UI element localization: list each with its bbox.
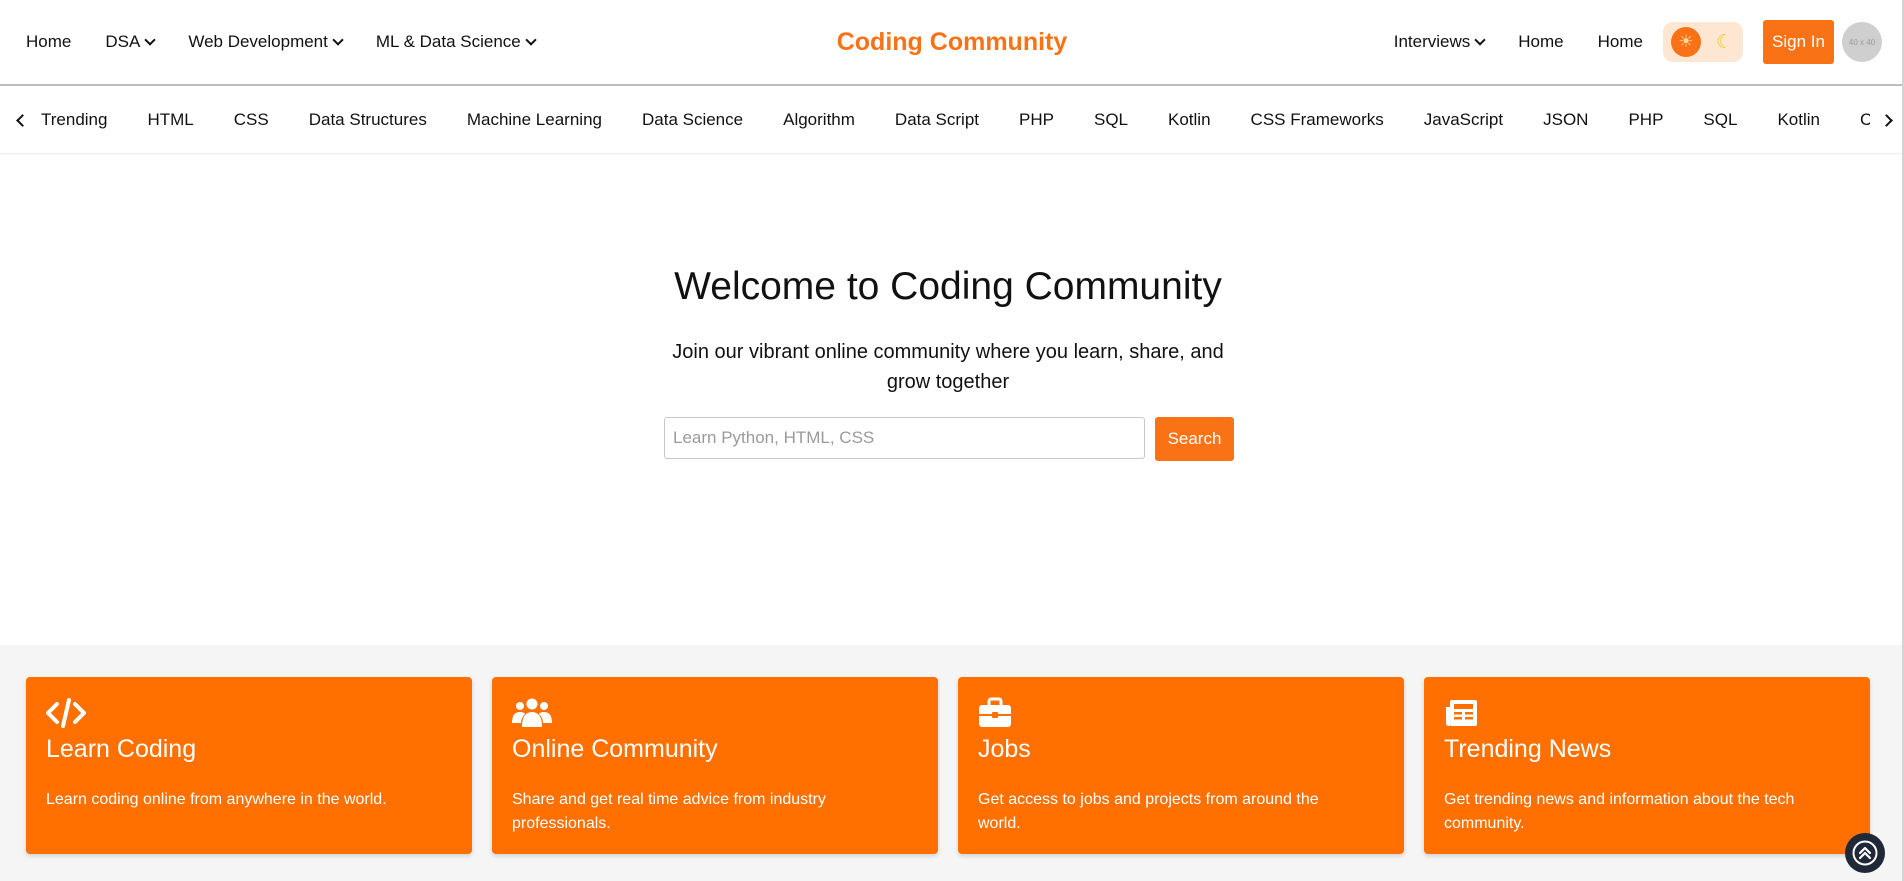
nav-interviews-label: Interviews [1393, 32, 1471, 51]
chevron-down-icon [525, 33, 537, 46]
topic-php-2[interactable]: PHP [1628, 110, 1663, 130]
code-icon [46, 698, 86, 728]
topic-css-frameworks[interactable]: CSS Frameworks [1251, 110, 1384, 130]
nav-web-development-label: Web Development [188, 32, 328, 51]
topic-html[interactable]: HTML [147, 110, 193, 130]
nav-left: Home DSA Web Development ML & Data Scien… [26, 0, 537, 84]
feature-description: Learn coding online from anywhere in the… [46, 791, 387, 808]
scroll-to-top-button[interactable] [1845, 833, 1885, 873]
feature-title: Trending News [1444, 735, 1612, 763]
nav-web-development[interactable]: Web Development [188, 32, 344, 52]
topic-data-structures[interactable]: Data Structures [309, 110, 427, 130]
feature-title: Online Community [512, 735, 718, 763]
hero-subtitle: Join our vibrant online community where … [672, 341, 1224, 393]
nav-ml-data-science-label: ML & Data Science [375, 32, 521, 51]
newspaper-icon [1446, 700, 1477, 726]
topic-json[interactable]: JSON [1543, 110, 1588, 130]
nav-dsa[interactable]: DSA [105, 32, 156, 52]
chevron-right-icon [1879, 113, 1893, 127]
topic-data-science[interactable]: Data Science [642, 110, 743, 130]
nav-home-3-label: Home [1597, 32, 1643, 51]
topic-sql[interactable]: SQL [1094, 110, 1128, 130]
avatar[interactable]: 40 x 40 [1842, 22, 1882, 62]
topic-list: Trending HTML CSS Data Structures Machin… [41, 86, 1902, 153]
chevron-down-icon [332, 33, 344, 46]
topic-data-script[interactable]: Data Script [895, 110, 979, 130]
topic-kotlin-2[interactable]: Kotlin [1777, 110, 1820, 130]
search-button[interactable]: Search [1155, 417, 1234, 461]
scroll-left-button[interactable] [6, 86, 38, 153]
nav-ml-data-science[interactable]: ML & Data Science [375, 32, 537, 52]
topic-sql-2[interactable]: SQL [1703, 110, 1737, 130]
nav-interviews[interactable]: Interviews [1393, 32, 1486, 52]
feature-card-jobs[interactable]: Jobs Get access to jobs and projects fro… [958, 677, 1404, 854]
scroll-right-button[interactable] [1870, 86, 1902, 153]
topic-trending[interactable]: Trending [41, 110, 107, 130]
sign-in-button[interactable]: Sign In [1763, 20, 1834, 64]
feature-description: Share and get real time advice from indu… [512, 791, 826, 832]
nav-home-label: Home [26, 32, 72, 51]
feature-card-online-community[interactable]: Online Community Share and get real time… [492, 677, 938, 854]
nav-right: Interviews Home Home ☀ ☾ Sign In 40 x 40 [1394, 0, 1902, 84]
feature-description: Get trending news and information about … [1444, 791, 1795, 832]
topic-kotlin[interactable]: Kotlin [1168, 110, 1211, 130]
hero-title: Welcome to Coding Community [674, 265, 1222, 308]
feature-title: Jobs [978, 735, 1031, 763]
chevron-down-icon [144, 33, 156, 46]
topic-strip: Trending HTML CSS Data Structures Machin… [0, 86, 1902, 154]
topic-machine-learning[interactable]: Machine Learning [467, 110, 602, 130]
chevron-down-icon [1474, 33, 1486, 46]
topic-algorithm[interactable]: Algorithm [783, 110, 855, 130]
nav-home-2-label: Home [1518, 32, 1564, 51]
brand-logo[interactable]: Coding Community [837, 28, 1068, 57]
nav-home[interactable]: Home [26, 32, 71, 52]
feature-card-learn-coding[interactable]: Learn Coding Learn coding online from an… [26, 677, 472, 854]
topic-javascript[interactable]: JavaScript [1424, 110, 1503, 130]
sun-icon: ☀ [1671, 27, 1701, 57]
topic-css[interactable]: CSS [234, 110, 269, 130]
feature-description: Get access to jobs and projects from aro… [978, 791, 1319, 832]
double-chevron-up-icon [1852, 840, 1878, 866]
topic-php[interactable]: PHP [1019, 110, 1054, 130]
features-section: Learn Coding Learn coding online from an… [0, 645, 1904, 881]
nav-dsa-label: DSA [105, 32, 141, 51]
feature-card-trending-news[interactable]: Trending News Get trending news and info… [1424, 677, 1870, 854]
nav-home-2[interactable]: Home [1518, 32, 1563, 52]
search-input[interactable] [664, 417, 1145, 459]
nav-home-3[interactable]: Home [1598, 32, 1643, 52]
moon-icon: ☾ [1715, 31, 1733, 53]
theme-toggle[interactable]: ☀ ☾ [1663, 22, 1743, 62]
top-navbar: Home DSA Web Development ML & Data Scien… [0, 0, 1902, 86]
chevron-left-icon [15, 113, 29, 127]
users-icon [512, 698, 552, 727]
feature-title: Learn Coding [46, 735, 197, 763]
briefcase-icon [979, 697, 1011, 727]
hero-section: Welcome to Coding Community Join our vib… [0, 155, 1904, 645]
